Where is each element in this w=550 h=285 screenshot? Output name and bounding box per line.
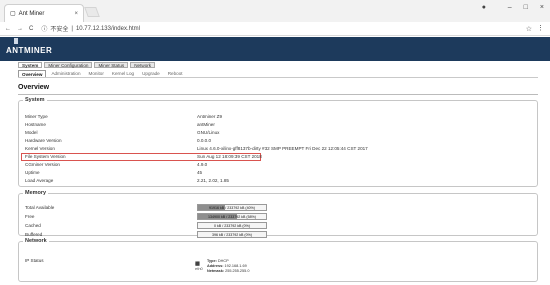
tab-close-icon[interactable]: × — [74, 11, 78, 17]
browser-tab[interactable]: ▢ Ant Miner × — [4, 4, 84, 22]
ip-address-label: Address: — [207, 264, 224, 268]
tab-title: Ant Miner — [18, 10, 45, 17]
info-row: Miner Type Antminer Z9 — [25, 113, 535, 121]
minimize-icon[interactable]: – — [508, 4, 512, 11]
info-value: antMiner — [197, 122, 215, 127]
memory-bar: 134900 kB / 233792 kB (58%) — [197, 213, 267, 220]
nav-buttons: ← → C — [0, 26, 33, 32]
reload-icon[interactable]: C — [29, 26, 33, 32]
memory-bar-text: 91916 kB / 233792 kB (40%) — [209, 206, 255, 210]
page-icon: ▢ — [10, 11, 16, 17]
maximize-icon[interactable]: □ — [524, 4, 528, 11]
info-row: File System Version Sun Aug 12 18:09:39 C… — [25, 153, 535, 161]
menu-system[interactable]: System — [18, 62, 43, 68]
info-value: Sun Aug 12 18:09:39 CST 2018 — [197, 154, 262, 159]
browser-menu-icon[interactable]: ⋮ — [537, 24, 544, 32]
info-value: Linux 4.6.0-xilinx-gff8137b-dirty #32 SM… — [197, 146, 368, 151]
info-row: Model GNU/Linux — [25, 129, 535, 137]
ip-status-values: Type: DHCP Address: 192.168.1.69 Netmask… — [207, 259, 249, 274]
ip-type-value: DHCP — [217, 259, 229, 263]
ip-type-label: Type: — [207, 259, 217, 263]
memory-key: Cached — [25, 223, 41, 228]
info-key: Kernel Version — [25, 146, 55, 151]
browser-titlebar: ▢ Ant Miner × ● – □ × — [0, 0, 550, 22]
info-row: Hostname antMiner — [25, 121, 535, 129]
info-value: 0.0.0.0 — [197, 138, 212, 143]
system-legend: System — [25, 97, 45, 103]
info-row: Uptime 45 — [25, 169, 535, 177]
ip-status-label: IP Status — [25, 258, 44, 263]
ip-netmask-line: Netmask: 255.255.255.0 — [207, 269, 249, 274]
info-key: Load Average — [25, 178, 54, 183]
info-value: GNU/Linux — [197, 130, 220, 135]
system-section: System Miner Type Antminer Z9 Hostname ant… — [18, 97, 538, 187]
back-icon[interactable]: ← — [5, 26, 11, 32]
info-row: Kernel Version Linux 4.6.0-xilinx-gff8137… — [25, 145, 535, 153]
info-row: CGminer Version 4.9.0 — [25, 161, 535, 169]
logo: ANTMINER — [6, 46, 53, 55]
memory-row: Free 134900 kB / 233792 kB (58%) — [25, 213, 535, 221]
tab-overview[interactable]: Overview — [18, 70, 47, 77]
info-value: Antminer Z9 — [197, 114, 223, 119]
ip-netmask-label: Netmask: — [207, 269, 225, 273]
separator: | — [71, 25, 73, 32]
port-caption: eth0 — [195, 266, 203, 271]
memory-bar-text: 0 kB / 233792 kB (0%) — [214, 224, 250, 228]
address-bar: ← → C ⓘ 不安全 | 10.77.12.133/index.html ☆ … — [0, 22, 550, 36]
memory-legend: Memory — [25, 190, 47, 196]
main-menu: System Miner Configuration Miner Status … — [18, 62, 156, 68]
tab-upgrade[interactable]: Upgrade — [139, 70, 163, 77]
ip-netmask-value: 255.255.255.0 — [225, 269, 250, 273]
logo-mark-icon — [14, 38, 18, 44]
sub-menu: Overview Administration Monitor Kernel L… — [18, 70, 538, 78]
info-row: Hardware Version 0.0.0.0 — [25, 137, 535, 145]
url-text[interactable]: 10.77.12.133/index.html — [76, 26, 140, 32]
info-value: 45 — [197, 170, 203, 175]
info-key: Hardware Version — [25, 138, 62, 143]
info-key: Miner Type — [25, 114, 48, 119]
network-port-icon: ⬛ eth0 — [195, 261, 203, 271]
network-legend: Network — [25, 238, 47, 244]
memory-key: Free — [25, 214, 35, 219]
info-key: Hostname — [25, 122, 46, 127]
memory-section: Memory Total Available 91916 kB / 233792 … — [18, 190, 538, 238]
close-icon[interactable]: × — [540, 4, 544, 11]
info-value: 2.21, 2.02, 1.85 — [197, 178, 229, 183]
info-key: CGminer Version — [25, 162, 60, 167]
tab-reboot[interactable]: Reboot — [165, 70, 186, 77]
memory-row: Total Available 91916 kB / 233792 kB (40%… — [25, 204, 535, 212]
menu-miner-configuration[interactable]: Miner Configuration — [44, 62, 93, 68]
memory-bar: 396 kB / 233792 kB (0%) — [197, 231, 267, 238]
memory-bar-text: 134900 kB / 233792 kB (58%) — [208, 215, 256, 219]
info-value: 4.9.0 — [197, 162, 208, 167]
memory-key: Total Available — [25, 205, 55, 210]
header-banner: ANTMINER — [0, 37, 550, 61]
insecure-label: 不安全 — [50, 27, 69, 33]
ip-address-value: 192.168.1.69 — [224, 264, 247, 268]
menu-network[interactable]: Network — [130, 62, 156, 68]
forward-icon[interactable]: → — [17, 26, 23, 32]
profile-icon[interactable]: ● — [482, 4, 486, 11]
tab-kernel-log[interactable]: Kernel Log — [109, 70, 137, 77]
memory-key: Buffered — [25, 232, 43, 237]
info-key: File System Version — [25, 154, 66, 159]
window-controls: – □ × — [508, 4, 544, 11]
info-key: Uptime — [25, 170, 40, 175]
info-key: Model — [25, 130, 38, 135]
new-tab-button[interactable] — [84, 7, 100, 17]
bookmark-star-icon[interactable]: ☆ — [526, 25, 532, 33]
title-divider — [18, 94, 538, 95]
memory-bar: 0 kB / 233792 kB (0%) — [197, 222, 267, 229]
tab-administration[interactable]: Administration — [48, 70, 83, 77]
memory-bar: 91916 kB / 233792 kB (40%) — [197, 204, 267, 211]
tab-monitor[interactable]: Monitor — [86, 70, 107, 77]
menu-miner-status[interactable]: Miner Status — [94, 62, 129, 68]
url-field[interactable]: ⓘ 不安全 | 10.77.12.133/index.html — [41, 24, 140, 34]
info-icon[interactable]: ⓘ — [41, 24, 47, 33]
page-title: Overview — [18, 84, 50, 91]
network-section: Network IP Status ⬛ eth0 Type: DHCP Addre… — [18, 238, 538, 282]
memory-row: Cached 0 kB / 233792 kB (0%) — [25, 222, 535, 230]
info-row: Load Average 2.21, 2.02, 1.85 — [25, 177, 535, 185]
